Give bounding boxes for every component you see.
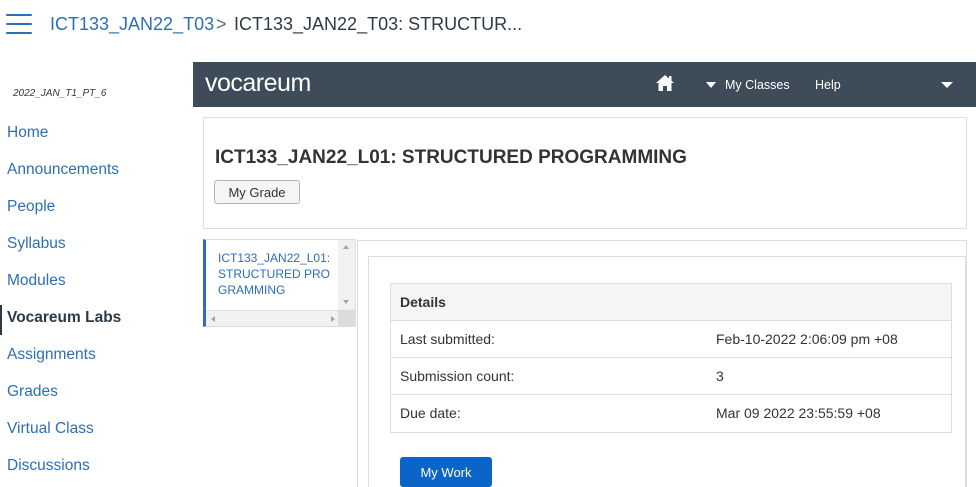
nav-item-announcements[interactable]: Announcements: [0, 155, 190, 192]
hamburger-menu-icon[interactable]: [6, 14, 32, 36]
due-date-label: Due date:: [400, 405, 461, 421]
breadcrumb-course-link[interactable]: ICT133_JAN22_T03: [50, 14, 214, 35]
nav-item-home[interactable]: Home: [0, 118, 190, 155]
last-submitted-label: Last submitted:: [400, 331, 495, 347]
scroll-up-arrow-icon[interactable]: [343, 245, 349, 249]
nav-item-grades[interactable]: Grades: [0, 377, 190, 414]
vertical-scrollbar[interactable]: [338, 240, 355, 310]
assignment-list: ICT133_JAN22_L01: STRUCTURED PROGRAMMING: [203, 239, 356, 327]
scroll-left-arrow-icon[interactable]: [211, 316, 215, 322]
my-grade-button[interactable]: My Grade: [214, 180, 300, 204]
help-link[interactable]: Help: [815, 78, 841, 92]
details-table: Details Last submitted: Feb-10-2022 2:06…: [390, 283, 952, 433]
horizontal-scrollbar[interactable]: [206, 310, 339, 326]
last-submitted-value: Feb-10-2022 2:06:09 pm +08: [716, 331, 898, 347]
vocareum-header: vocareum My Classes Help: [193, 62, 976, 107]
my-work-button[interactable]: My Work: [400, 457, 492, 487]
home-icon[interactable]: [655, 74, 675, 92]
due-date-value: Mar 09 2022 23:55:59 +08: [716, 405, 881, 421]
table-row: Last submitted: Feb-10-2022 2:06:09 pm +…: [391, 321, 951, 358]
course-code-label: 2022_JAN_T1_PT_6: [13, 88, 107, 99]
nav-item-syllabus[interactable]: Syllabus: [0, 229, 190, 266]
details-container: Details Last submitted: Feb-10-2022 2:06…: [357, 240, 967, 487]
submission-count-label: Submission count:: [400, 368, 515, 384]
scrollbar-corner: [338, 310, 355, 326]
nav-item-assignments[interactable]: Assignments: [0, 340, 190, 377]
my-classes-menu[interactable]: My Classes: [706, 78, 790, 92]
scroll-right-arrow-icon[interactable]: [331, 316, 335, 322]
scroll-down-arrow-icon[interactable]: [343, 300, 349, 304]
course-navigation: Home Announcements People Syllabus Modul…: [0, 118, 190, 487]
course-title: ICT133_JAN22_L01: STRUCTURED PROGRAMMING: [215, 147, 687, 168]
details-heading: Details: [391, 284, 951, 321]
caret-down-icon: [706, 82, 716, 88]
user-menu-caret-icon[interactable]: [941, 82, 953, 88]
vocareum-logo: vocareum: [205, 69, 311, 97]
table-row: Due date: Mar 09 2022 23:55:59 +08: [391, 395, 951, 432]
nav-item-discussions[interactable]: Discussions: [0, 451, 190, 487]
nav-item-virtual-class[interactable]: Virtual Class: [0, 414, 190, 451]
breadcrumb-current-page: ICT133_JAN22_T03: STRUCTUR...: [234, 14, 523, 34]
assignment-list-item[interactable]: ICT133_JAN22_L01: STRUCTURED PROGRAMMING: [218, 250, 333, 298]
course-panel: ICT133_JAN22_L01: STRUCTURED PROGRAMMING…: [203, 117, 967, 229]
details-card: Details Last submitted: Feb-10-2022 2:06…: [368, 256, 966, 487]
nav-item-modules[interactable]: Modules: [0, 266, 190, 303]
nav-item-vocareum-labs[interactable]: Vocareum Labs: [0, 303, 190, 340]
nav-item-people[interactable]: People: [0, 192, 190, 229]
submission-count-value: 3: [716, 368, 724, 384]
top-breadcrumb-bar: ICT133_JAN22_T03 > ICT133_JAN22_T03: STR…: [0, 0, 976, 50]
my-classes-label: My Classes: [725, 78, 790, 92]
breadcrumb-separator-icon: >: [216, 14, 227, 34]
table-row: Submission count: 3: [391, 358, 951, 395]
